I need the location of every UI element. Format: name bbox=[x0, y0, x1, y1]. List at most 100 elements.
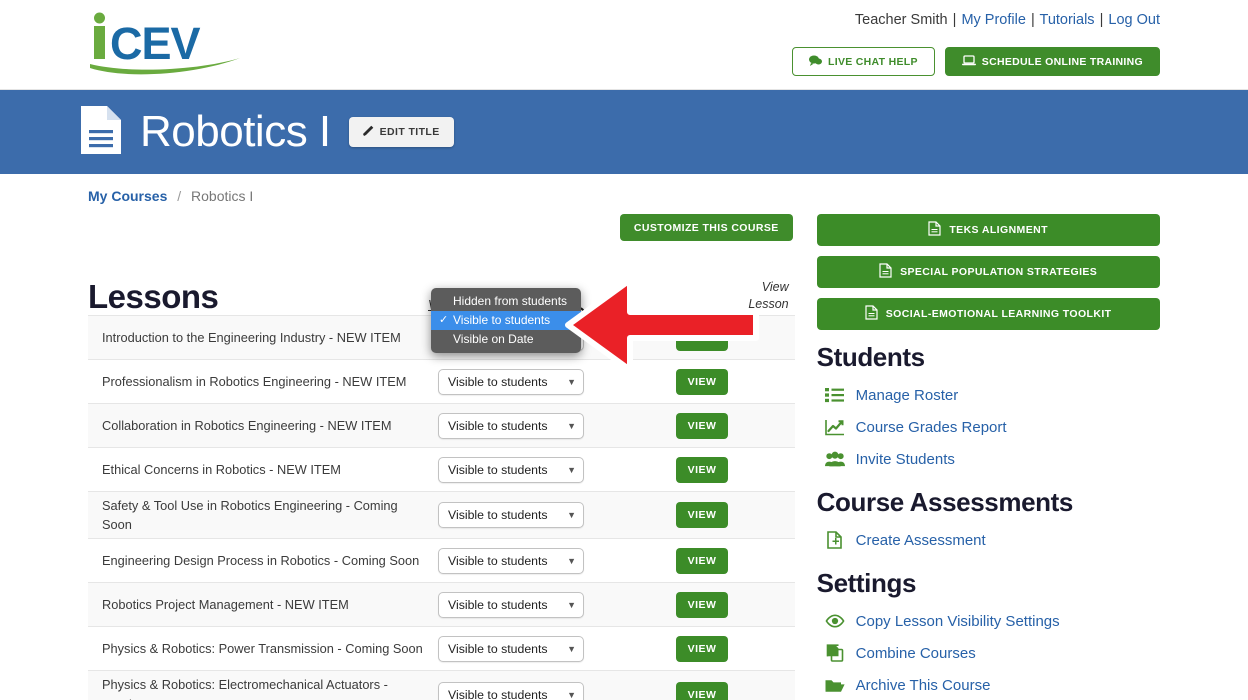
table-row: Physics & Robotics: Power Transmission -… bbox=[88, 627, 795, 672]
lesson-visibility-cell: Visible to studentsHidden from studentsV… bbox=[438, 591, 618, 618]
log-out-link[interactable]: Log Out bbox=[1108, 12, 1160, 28]
table-row: Engineering Design Process in Robotics -… bbox=[88, 539, 795, 584]
sidebar-link-create-assessment[interactable]: Create Assessment bbox=[817, 524, 1160, 556]
sidebar-link-manage-roster[interactable]: Manage Roster bbox=[817, 379, 1160, 411]
sidebar-section-title: Course Assessments bbox=[816, 487, 1074, 517]
top-action-buttons: LIVE CHAT HELP SCHEDULE ONLINE TRAINING bbox=[792, 47, 1160, 76]
view-lesson-button[interactable]: VIEW bbox=[676, 368, 728, 395]
column-header-view-line2: Lesson bbox=[748, 297, 789, 312]
sidebar-link-combine-courses[interactable]: Combine Courses bbox=[817, 637, 1160, 669]
lessons-table: Introduction to the Engineering Industry… bbox=[88, 315, 795, 700]
lesson-view-cell: VIEW bbox=[618, 547, 795, 574]
course-sidebar: TEKS ALIGNMENT SPECIAL POPULATION STRATEG… bbox=[816, 214, 1160, 700]
resource-button-label: SPECIAL POPULATION STRATEGIES bbox=[900, 266, 1098, 278]
schedule-online-training-button[interactable]: SCHEDULE ONLINE TRAINING bbox=[944, 47, 1160, 76]
dropdown-option-label: Hidden from students bbox=[453, 294, 568, 308]
visibility-select[interactable]: Visible to studentsHidden from studentsV… bbox=[438, 681, 584, 700]
dropdown-option[interactable]: Visible on Date bbox=[431, 330, 581, 349]
dropdown-option[interactable]: ✓ Visible to students bbox=[431, 311, 581, 330]
view-lesson-button[interactable]: VIEW bbox=[676, 681, 728, 700]
visibility-select[interactable]: Visible to studentsHidden from studentsV… bbox=[438, 547, 584, 574]
visibility-select-wrapper: Visible to studentsHidden from studentsV… bbox=[438, 635, 584, 662]
live-chat-help-button[interactable]: LIVE CHAT HELP bbox=[792, 47, 935, 76]
schedule-online-training-label: SCHEDULE ONLINE TRAINING bbox=[981, 55, 1143, 68]
lesson-title: Physics & Robotics: Power Transmission -… bbox=[102, 641, 423, 657]
account-name: Teacher Smith bbox=[854, 12, 948, 28]
resource-button-teks-alignment[interactable]: TEKS ALIGNMENT bbox=[816, 214, 1160, 246]
sidebar-section-title: Students bbox=[816, 342, 925, 372]
view-lesson-button[interactable]: VIEW bbox=[676, 547, 728, 574]
lesson-view-cell: VIEW bbox=[618, 456, 795, 483]
visibility-select[interactable]: Visible to studentsHidden from studentsV… bbox=[438, 368, 584, 395]
dropdown-option[interactable]: Hidden from students bbox=[431, 292, 581, 311]
page-title: Robotics I bbox=[140, 107, 331, 156]
open-folder-icon bbox=[825, 675, 845, 695]
table-row: Physics & Robotics: Electromechanical Ac… bbox=[88, 671, 795, 700]
sidebar-link-label: Copy Lesson Visibility Settings bbox=[855, 612, 1060, 630]
resource-button-label: TEKS ALIGNMENT bbox=[949, 224, 1048, 236]
edit-title-label: EDIT TITLE bbox=[379, 126, 440, 138]
visibility-select[interactable]: Visible to studentsHidden from studentsV… bbox=[438, 502, 584, 529]
lesson-view-cell: VIEW bbox=[618, 368, 795, 395]
resource-buttons-group: TEKS ALIGNMENT SPECIAL POPULATION STRATEG… bbox=[816, 214, 1160, 330]
visibility-select[interactable]: Visible to studentsHidden from studentsV… bbox=[438, 412, 584, 439]
table-row: Safety & Tool Use in Robotics Engineerin… bbox=[88, 492, 795, 540]
column-header-view-line1: View bbox=[761, 280, 789, 295]
list-icon bbox=[825, 385, 845, 405]
lesson-view-cell: VIEW bbox=[618, 324, 795, 351]
file-plus-icon bbox=[825, 530, 845, 550]
lesson-title: Robotics Project Management - NEW ITEM bbox=[102, 597, 349, 613]
sidebar-link-archive-this-course[interactable]: Archive This Course bbox=[817, 669, 1160, 700]
pencil-icon bbox=[362, 125, 374, 139]
icev-logo[interactable]: CEV bbox=[88, 10, 248, 76]
tutorials-link[interactable]: Tutorials bbox=[1040, 12, 1095, 28]
lesson-title: Ethical Concerns in Robotics - NEW ITEM bbox=[102, 461, 341, 477]
resource-button-special-population-strategies[interactable]: SPECIAL POPULATION STRATEGIES bbox=[816, 256, 1160, 288]
svg-text:CEV: CEV bbox=[110, 18, 201, 69]
course-header-banner: Robotics I EDIT TITLE bbox=[0, 90, 1248, 174]
visibility-dropdown-menu[interactable]: Hidden from students ✓ Visible to students… bbox=[431, 288, 581, 353]
lesson-view-cell: VIEW bbox=[618, 502, 795, 529]
view-lesson-button[interactable]: VIEW bbox=[676, 456, 728, 483]
sidebar-link-course-grades-report[interactable]: Course Grades Report bbox=[817, 411, 1160, 443]
visibility-select[interactable]: Visible to studentsHidden from studentsV… bbox=[438, 456, 584, 483]
resource-button-social-emotional-learning-toolkit[interactable]: SOCIAL-EMOTIONAL LEARNING TOOLKIT bbox=[816, 298, 1160, 330]
view-lesson-button[interactable]: VIEW bbox=[676, 324, 728, 351]
icev-logo-mark: CEV bbox=[90, 12, 240, 75]
lesson-title: Physics & Robotics: Electromechanical Ac… bbox=[102, 677, 388, 700]
visibility-select[interactable]: Visible to studentsHidden from studentsV… bbox=[438, 635, 584, 662]
document-icon bbox=[78, 104, 124, 161]
visibility-select[interactable]: Visible to studentsHidden from studentsV… bbox=[438, 591, 584, 618]
edit-title-button[interactable]: EDIT TITLE bbox=[348, 117, 454, 147]
live-chat-help-label: LIVE CHAT HELP bbox=[828, 55, 918, 68]
lesson-view-cell: VIEW bbox=[618, 635, 795, 662]
view-lesson-button[interactable]: VIEW bbox=[676, 502, 728, 529]
view-lesson-button[interactable]: VIEW bbox=[676, 635, 728, 662]
sidebar-link-invite-students[interactable]: Invite Students bbox=[817, 443, 1160, 475]
breadcrumb-my-courses[interactable]: My Courses bbox=[88, 188, 167, 204]
resource-button-label: SOCIAL-EMOTIONAL LEARNING TOOLKIT bbox=[885, 308, 1112, 320]
view-lesson-button[interactable]: VIEW bbox=[676, 591, 728, 618]
sidebar-link-label: Create Assessment bbox=[855, 531, 986, 549]
link-separator-2: | bbox=[1030, 12, 1035, 28]
users-icon bbox=[824, 449, 845, 469]
main-content: CUSTOMIZE THIS COURSE Lessons Visibility… bbox=[0, 214, 1248, 700]
visibility-select-wrapper: Visible to studentsHidden from studentsV… bbox=[438, 412, 584, 439]
check-icon: ✓ bbox=[439, 314, 449, 326]
visibility-select-wrapper: Visible to studentsHidden from studentsV… bbox=[438, 502, 584, 529]
breadcrumb: My Courses / Robotics I bbox=[0, 174, 1248, 204]
visibility-select-wrapper: Visible to studentsHidden from studentsV… bbox=[438, 368, 584, 395]
pdf-file-icon bbox=[928, 221, 941, 239]
sidebar-link-label: Invite Students bbox=[855, 450, 955, 468]
my-profile-link[interactable]: My Profile bbox=[961, 12, 1025, 28]
view-lesson-button[interactable]: VIEW bbox=[676, 412, 728, 439]
breadcrumb-current: Robotics I bbox=[191, 188, 254, 204]
table-row: Robotics Project Management - NEW ITEM Vi… bbox=[88, 583, 795, 628]
customize-this-course-button[interactable]: CUSTOMIZE THIS COURSE bbox=[619, 214, 793, 241]
sidebar-sections: Students Manage Roster Course Grades Repor… bbox=[817, 342, 1160, 700]
sidebar-link-copy-lesson-visibility-settings[interactable]: Copy Lesson Visibility Settings bbox=[817, 605, 1160, 637]
lesson-visibility-cell: Visible to studentsHidden from studentsV… bbox=[438, 456, 618, 483]
lesson-visibility-cell: Visible to studentsHidden from studentsV… bbox=[438, 412, 618, 439]
lessons-panel: CUSTOMIZE THIS COURSE Lessons Visibility… bbox=[88, 214, 795, 700]
sidebar-section-title: Settings bbox=[816, 568, 917, 598]
